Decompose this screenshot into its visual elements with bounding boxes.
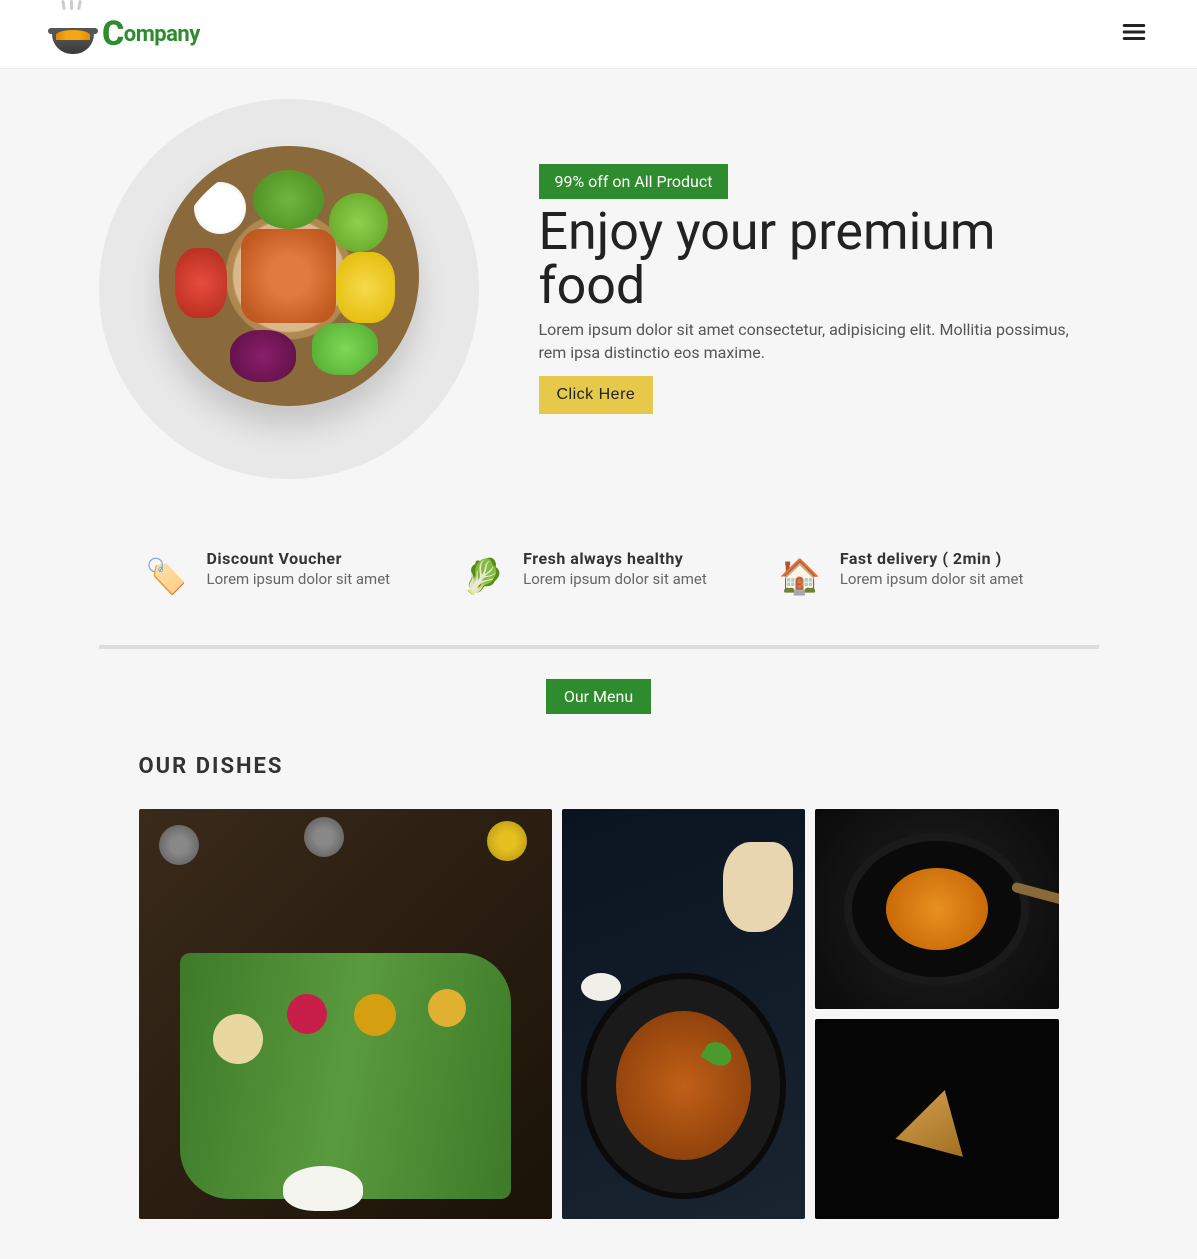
- dish-curry-image[interactable]: [562, 809, 805, 1219]
- feature-desc: Lorem ipsum dolor sit amet: [840, 570, 1024, 588]
- dishes-section: OUR DISHES: [99, 754, 1099, 1219]
- feature-delivery: 🏠 Fast delivery ( 2min ) Lorem ipsum dol…: [772, 549, 1059, 605]
- hero-section: 99% off on All Product Enjoy your premiu…: [49, 69, 1149, 539]
- hero-description: Lorem ipsum dolor sit amet consectetur, …: [539, 318, 1099, 364]
- cta-button[interactable]: Click Here: [539, 376, 654, 414]
- logo-text: Company: [102, 14, 200, 54]
- hamburger-icon[interactable]: [1121, 19, 1147, 49]
- feature-title: Discount Voucher: [207, 549, 391, 568]
- pot-icon: [50, 10, 98, 58]
- feature-title: Fresh always healthy: [523, 549, 707, 568]
- dish-image[interactable]: [815, 1019, 1058, 1219]
- section-divider: [99, 645, 1099, 649]
- basket-icon: 🥬: [455, 549, 511, 605]
- site-header: Company: [0, 0, 1197, 69]
- feature-fresh: 🥬 Fresh always healthy Lorem ipsum dolor…: [455, 549, 742, 605]
- features-row: 🏷️ Discount Voucher Lorem ipsum dolor si…: [99, 539, 1099, 635]
- dish-pot-image[interactable]: [815, 809, 1058, 1009]
- dishes-heading: OUR DISHES: [139, 754, 1059, 779]
- feature-discount: 🏷️ Discount Voucher Lorem ipsum dolor si…: [139, 549, 426, 605]
- dish-grid: [139, 809, 1059, 1219]
- feature-desc: Lorem ipsum dolor sit amet: [207, 570, 391, 588]
- dish-thali-image[interactable]: [139, 809, 553, 1219]
- menu-badge: Our Menu: [546, 679, 651, 714]
- hero-food-image: [99, 99, 479, 479]
- promo-badge: 99% off on All Product: [539, 164, 729, 199]
- discount-tag-icon: 🏷️: [139, 549, 195, 605]
- logo[interactable]: Company: [50, 10, 200, 58]
- feature-title: Fast delivery ( 2min ): [840, 549, 1024, 568]
- house-icon: 🏠: [772, 549, 828, 605]
- feature-desc: Lorem ipsum dolor sit amet: [523, 570, 707, 588]
- hero-title: Enjoy your premium food: [539, 205, 1099, 314]
